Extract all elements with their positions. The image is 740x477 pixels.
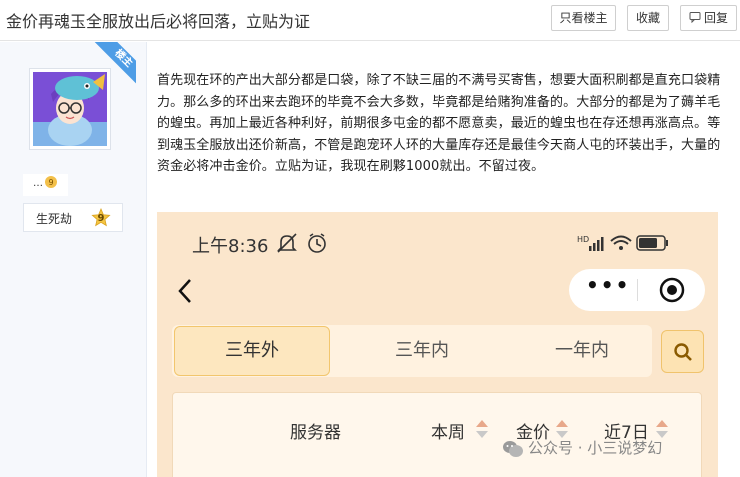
close-target-icon[interactable] [659,277,685,307]
signal-wifi-battery: HD [577,232,669,258]
watermark-text: 公众号 · 小三说梦幻 [528,439,663,457]
tab-bar: 三年外 三年内 一年内 [172,325,652,377]
level-star-icon: 9 [91,207,111,228]
miniapp-capsule[interactable]: ••• [569,269,705,311]
avatar[interactable] [29,68,111,150]
tab-within-3years[interactable]: 三年内 [342,325,502,377]
sort-week-icon[interactable] [475,418,488,440]
level-badge: 生死劫 9 [23,203,123,232]
svg-text:9: 9 [48,178,53,187]
reply-label: 回复 [703,11,728,25]
more-icon[interactable]: ••• [586,273,630,297]
back-arrow-icon[interactable] [177,278,193,308]
username[interactable]: … 9 [23,174,68,196]
favorite-button[interactable]: 收藏 [627,5,669,31]
col-server[interactable]: 服务器 [290,418,341,443]
svg-text:HD: HD [577,235,589,244]
level-name: 生死劫 [36,212,73,226]
username-text: … [33,178,43,189]
level-number: 9 [97,213,105,224]
search-button[interactable] [661,330,704,373]
signal-icon: HD [577,235,668,251]
avatar-image [33,72,107,146]
reply-icon [689,7,701,31]
only-op-button[interactable]: 只看楼主 [551,5,616,31]
capsule-divider [637,279,638,301]
thread-title: 金价再魂玉全服放出后必将回落，立贴为证 [6,12,311,31]
tab-within-1year[interactable]: 一年内 [502,325,662,377]
status-icons [277,233,337,259]
tab-3years-plus[interactable]: 三年外 [174,326,330,376]
status-time: 上午8:36 [192,236,269,257]
col-week[interactable]: 本周 [431,418,465,443]
badge-icon: 9 [45,176,57,188]
thread-header: 金价再魂玉全服放出后必将回落，立贴为证 只看楼主 收藏 回复 [0,0,740,41]
reply-button[interactable]: 回复 [680,5,737,31]
wechat-icon [502,440,524,462]
mute-alarm-icon [277,233,326,253]
search-icon [674,343,692,361]
post-content: 首先现在环的产出大部分都是口袋，除了不缺三届的不满号买寄售，想要大面积刷都是直充… [157,73,721,174]
